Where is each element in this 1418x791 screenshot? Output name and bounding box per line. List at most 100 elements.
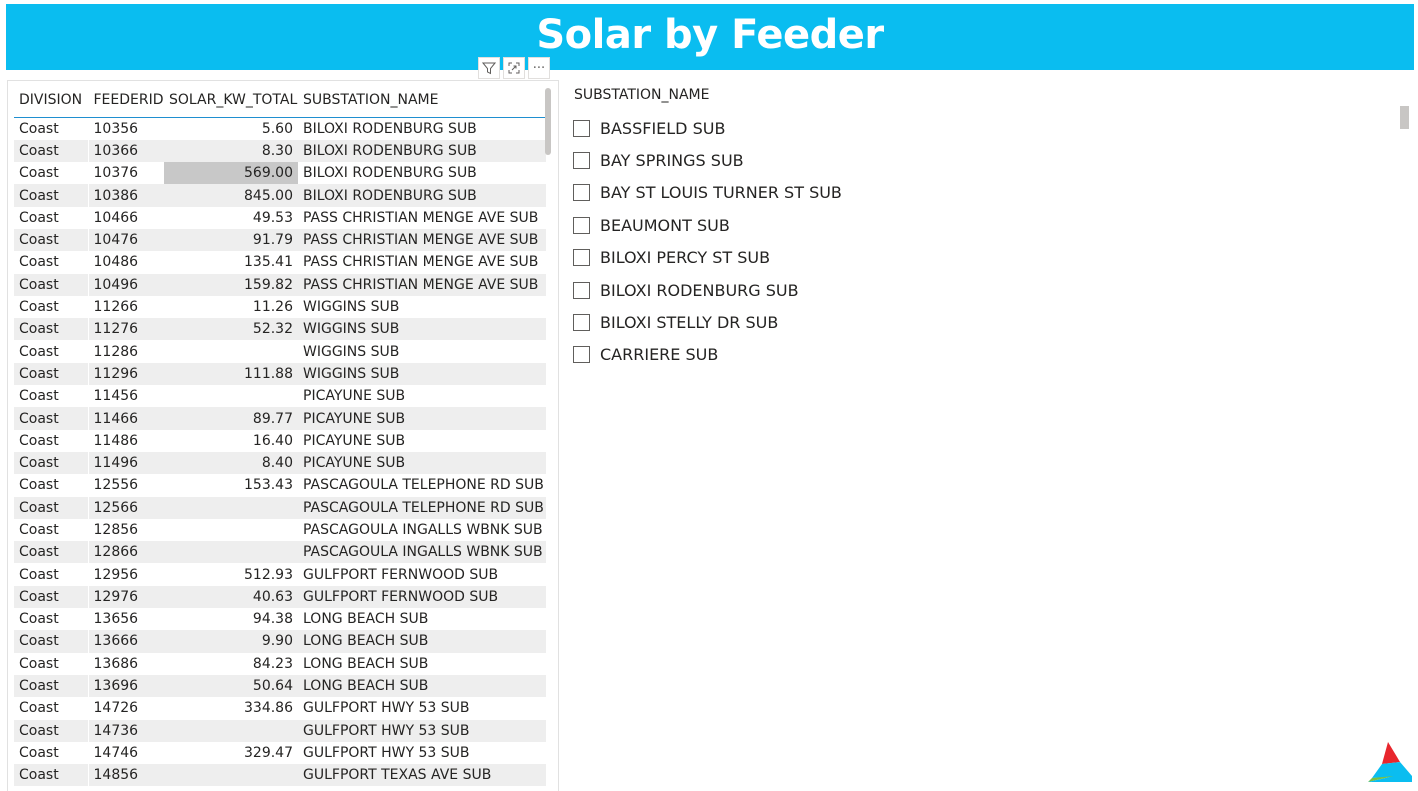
cell-feederid: 11266 (88, 295, 164, 319)
slicer-item-label: BILOXI STELLY DR SUB (600, 313, 779, 333)
cell-solar-kw-total: 52.32 (164, 318, 298, 341)
table-body: Coast 10356 5.60 BILOXI RODENBURG SUB Coast 1… (14, 117, 546, 787)
cell-division: Coast (14, 585, 89, 609)
column-header-substation-name[interactable]: SUBSTATION_NAME (298, 81, 546, 118)
cell-solar-kw-total: 159.82 (164, 273, 298, 296)
cell-substation-name: PICAYUNE SUB (298, 451, 546, 475)
cell-substation-name: GULFPORT TEXAS AVE SUB (298, 764, 546, 787)
table-row[interactable]: Coast 11486 16.40 PICAYUNE SUB (14, 429, 546, 452)
table-row[interactable]: Coast 11296 111.88 WIGGINS SUB (14, 362, 546, 386)
table-row[interactable]: Coast 10356 5.60 BILOXI RODENBURG SUB (14, 117, 546, 140)
more-options-icon[interactable]: ··· (528, 57, 550, 79)
cell-solar-kw-total: 94.38 (164, 608, 298, 631)
cell-substation-name: PASS CHRISTIAN MENGE AVE SUB (298, 273, 546, 296)
table-row[interactable]: Coast 12566 PASCAGOULA TELEPHONE RD SUB (14, 496, 546, 519)
cell-solar-kw-total: 11.26 (164, 295, 298, 319)
slicer-list: BASSFIELD SUB BAY SPRINGS SUB BAY ST LOUIS… (573, 112, 842, 371)
cell-substation-name: WIGGINS SUB (298, 362, 546, 386)
table-row[interactable]: Coast 14736 GULFPORT HWY 53 SUB (14, 719, 546, 742)
table-row[interactable]: Coast 12856 PASCAGOULA INGALLS WBNK SUB (14, 518, 546, 542)
table-row[interactable]: Coast 12866 PASCAGOULA INGALLS WBNK SUB (14, 541, 546, 564)
table-scrollbar[interactable] (545, 88, 551, 155)
column-header-feederid[interactable]: FEEDERID (88, 81, 164, 118)
table-row[interactable]: Coast 13656 94.38 LONG BEACH SUB (14, 608, 546, 631)
slicer-item[interactable]: BAY ST LOUIS TURNER ST SUB (573, 177, 842, 209)
table-row[interactable]: Coast 12556 153.43 PASCAGOULA TELEPHONE RD … (14, 474, 546, 497)
cell-substation-name: WIGGINS SUB (298, 295, 546, 319)
table-row[interactable]: Coast 10496 159.82 PASS CHRISTIAN MENGE AVE… (14, 273, 546, 296)
table-row[interactable]: Coast 14746 329.47 GULFPORT HWY 53 SUB (14, 741, 546, 765)
cell-feederid: 12566 (88, 496, 164, 519)
table-row[interactable]: Coast 11456 PICAYUNE SUB (14, 385, 546, 408)
cell-solar-kw-total: 40.63 (164, 585, 298, 609)
table-row[interactable]: Coast 12956 512.93 GULFPORT FERNWOOD SUB (14, 563, 546, 586)
slicer-item[interactable]: BASSFIELD SUB (573, 112, 842, 144)
cell-division: Coast (14, 608, 89, 631)
table-row[interactable]: Coast 13686 84.23 LONG BEACH SUB (14, 652, 546, 675)
cell-division: Coast (14, 228, 89, 252)
checkbox[interactable] (573, 314, 590, 332)
cell-division: Coast (14, 273, 89, 296)
table-row[interactable]: Coast 11266 11.26 WIGGINS SUB (14, 295, 546, 319)
cell-division: Coast (14, 496, 89, 519)
table-header-row: DIVISION FEEDERID SOLAR_KW_TOTAL SUBSTAT… (14, 81, 546, 118)
checkbox[interactable] (573, 184, 590, 202)
cell-substation-name: GULFPORT HWY 53 SUB (298, 719, 546, 742)
cell-substation-name: PICAYUNE SUB (298, 429, 546, 452)
table-row[interactable]: Coast 11466 89.77 PICAYUNE SUB (14, 407, 546, 430)
table-row[interactable]: Coast 10386 845.00 BILOXI RODENBURG SUB (14, 184, 546, 207)
table-row[interactable]: Coast 13696 50.64 LONG BEACH SUB (14, 674, 546, 698)
cell-division: Coast (14, 429, 89, 452)
cell-division: Coast (14, 362, 89, 386)
cell-feederid: 14726 (88, 697, 164, 720)
checkbox[interactable] (573, 119, 590, 137)
column-header-division[interactable]: DIVISION (14, 81, 89, 118)
cell-division: Coast (14, 518, 89, 542)
cell-solar-kw-total: 8.40 (164, 451, 298, 475)
column-header-solar-kw-total[interactable]: SOLAR_KW_TOTAL (164, 81, 298, 118)
table-row[interactable]: Coast 13666 9.90 LONG BEACH SUB (14, 630, 546, 653)
cell-division: Coast (14, 340, 89, 363)
checkbox[interactable] (573, 346, 590, 364)
cell-feederid: 10466 (88, 206, 164, 229)
cell-division: Coast (14, 407, 89, 430)
cell-division: Coast (14, 563, 89, 586)
cell-substation-name: WIGGINS SUB (298, 318, 546, 341)
slicer-item[interactable]: BAY SPRINGS SUB (573, 144, 842, 176)
cell-solar-kw-total: 153.43 (164, 474, 298, 497)
table-row[interactable]: Coast 14726 334.86 GULFPORT HWY 53 SUB (14, 697, 546, 720)
table-row[interactable]: Coast 10486 135.41 PASS CHRISTIAN MENGE AVE… (14, 251, 546, 274)
cell-substation-name: LONG BEACH SUB (298, 608, 546, 631)
cell-division: Coast (14, 184, 89, 207)
checkbox[interactable] (573, 216, 590, 234)
table-row[interactable]: Coast 11496 8.40 PICAYUNE SUB (14, 451, 546, 475)
focus-mode-icon[interactable] (503, 57, 525, 79)
table-row[interactable]: Coast 11276 52.32 WIGGINS SUB (14, 318, 546, 341)
slicer-item[interactable]: BILOXI RODENBURG SUB (573, 274, 842, 306)
slicer-item[interactable]: BILOXI PERCY ST SUB (573, 242, 842, 274)
cell-solar-kw-total (164, 541, 298, 564)
table-row[interactable]: Coast 10376 569.00 BILOXI RODENBURG SUB (14, 162, 546, 185)
slicer-item[interactable]: BEAUMONT SUB (573, 209, 842, 241)
table-row[interactable]: Coast 14856 GULFPORT TEXAS AVE SUB (14, 764, 546, 787)
cell-substation-name: PASCAGOULA TELEPHONE RD SUB (298, 474, 546, 497)
cell-solar-kw-total: 334.86 (164, 697, 298, 720)
slicer-item-label: CARRIERE SUB (600, 345, 719, 365)
table-row[interactable]: Coast 10466 49.53 PASS CHRISTIAN MENGE AVE … (14, 206, 546, 229)
filter-icon[interactable] (478, 57, 500, 79)
table-row[interactable]: Coast 12976 40.63 GULFPORT FERNWOOD SUB (14, 585, 546, 609)
slicer-header: SUBSTATION_NAME (574, 87, 710, 103)
table-row[interactable]: Coast 10476 91.79 PASS CHRISTIAN MENGE AVE … (14, 228, 546, 252)
cell-solar-kw-total: 5.60 (164, 117, 298, 140)
slicer-scrollbar[interactable] (1400, 106, 1409, 129)
table-row[interactable]: Coast 10366 8.30 BILOXI RODENBURG SUB (14, 139, 546, 163)
cell-substation-name: BILOXI RODENBURG SUB (298, 162, 546, 185)
cell-division: Coast (14, 117, 89, 140)
cell-substation-name: PASCAGOULA INGALLS WBNK SUB (298, 541, 546, 564)
table-row[interactable]: Coast 11286 WIGGINS SUB (14, 340, 546, 363)
checkbox[interactable] (573, 281, 590, 299)
checkbox[interactable] (573, 249, 590, 267)
checkbox[interactable] (573, 152, 590, 170)
slicer-item[interactable]: BILOXI STELLY DR SUB (573, 306, 842, 338)
slicer-item[interactable]: CARRIERE SUB (573, 339, 842, 371)
